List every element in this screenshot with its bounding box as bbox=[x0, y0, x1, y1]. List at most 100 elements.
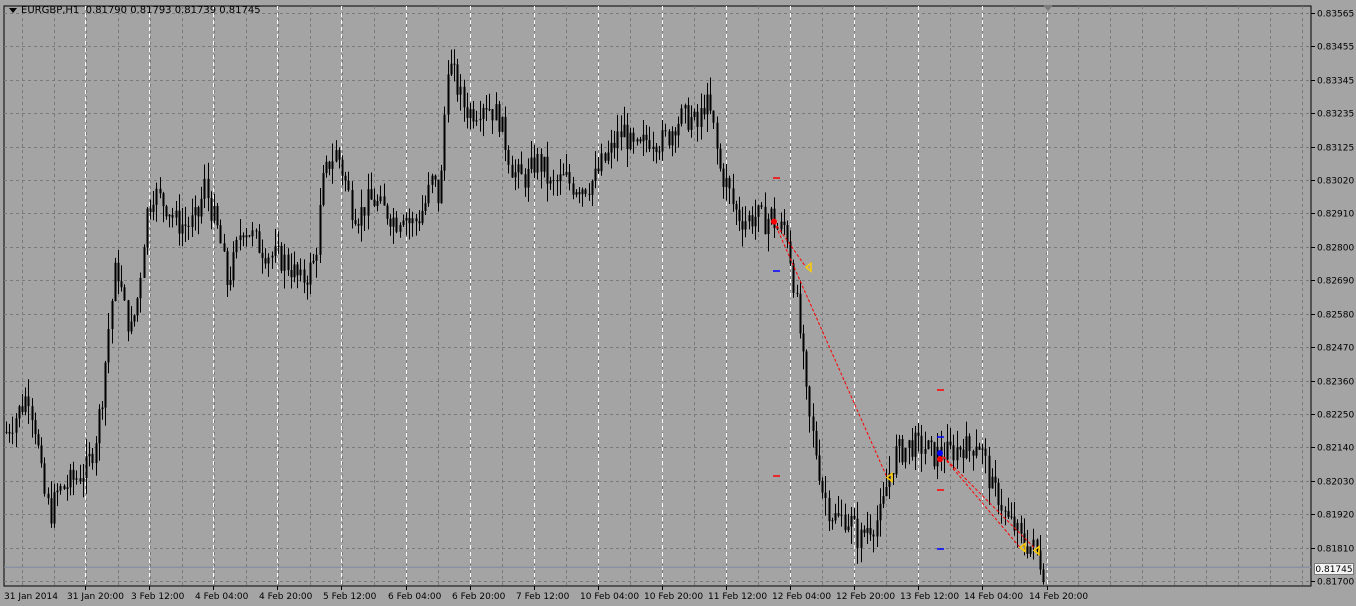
candle-body bbox=[184, 224, 187, 226]
candle-body bbox=[754, 216, 757, 227]
candle-body bbox=[418, 221, 421, 224]
chart-title: EURGBP,H1 0.81790 0.81793 0.81739 0.8174… bbox=[9, 5, 261, 17]
candle-body bbox=[53, 492, 56, 524]
candle-body bbox=[821, 480, 824, 493]
candle-body bbox=[812, 416, 815, 431]
candle-body bbox=[213, 206, 216, 221]
time-tick-label: 11 Feb 12:00 bbox=[708, 592, 767, 602]
candle-body bbox=[453, 63, 456, 65]
candle-body bbox=[885, 486, 888, 497]
candle-body bbox=[21, 406, 24, 412]
candle-body bbox=[331, 161, 334, 169]
candle-body bbox=[946, 441, 949, 460]
candle-body bbox=[591, 180, 594, 195]
candle-body bbox=[104, 362, 107, 408]
candle-body bbox=[488, 109, 491, 111]
candle-body bbox=[155, 188, 158, 205]
candle-body bbox=[805, 351, 808, 387]
candle-body bbox=[524, 174, 527, 188]
candle-body bbox=[648, 140, 651, 150]
candle-body bbox=[629, 132, 632, 150]
candle-body bbox=[287, 254, 290, 271]
candle-body bbox=[584, 189, 587, 194]
candle-body bbox=[1032, 539, 1035, 547]
candle-body bbox=[357, 223, 360, 226]
candle-body bbox=[47, 493, 50, 499]
candle-body bbox=[197, 207, 200, 217]
candle-body bbox=[117, 262, 120, 282]
chart-shift-marker-icon[interactable] bbox=[1043, 5, 1053, 11]
candle-body bbox=[696, 111, 699, 127]
candle-body bbox=[556, 179, 559, 182]
candle-body bbox=[860, 529, 863, 548]
candle-body bbox=[37, 434, 40, 446]
candle-body bbox=[437, 179, 440, 204]
candle-body bbox=[616, 131, 619, 149]
candle-body bbox=[610, 142, 613, 153]
candle-body bbox=[837, 513, 840, 516]
candle-body bbox=[75, 478, 78, 480]
price-tick-label: 0.81920 bbox=[1317, 511, 1354, 521]
candle-body bbox=[306, 282, 309, 285]
candle-body bbox=[11, 432, 14, 434]
candle-body bbox=[127, 300, 130, 332]
candle-body bbox=[568, 172, 571, 184]
candle-body bbox=[459, 86, 462, 95]
candle-body bbox=[952, 445, 955, 461]
candle-body bbox=[920, 435, 923, 454]
candle-body bbox=[111, 300, 114, 329]
candle-body bbox=[485, 108, 488, 110]
candle-body bbox=[319, 204, 322, 255]
candle-body bbox=[450, 63, 453, 75]
candle-body bbox=[341, 159, 344, 176]
dropdown-triangle-icon[interactable] bbox=[9, 8, 17, 13]
candle-body bbox=[725, 178, 728, 188]
candle-body bbox=[639, 139, 642, 142]
time-tick-label: 12 Feb 04:00 bbox=[772, 592, 831, 602]
candle-body bbox=[219, 225, 222, 244]
candle-body bbox=[466, 107, 469, 118]
candle-body bbox=[200, 198, 203, 217]
candle-body bbox=[1000, 504, 1003, 511]
trade-open-arrow-icon bbox=[771, 218, 777, 225]
candle-body bbox=[274, 246, 277, 256]
candle-body bbox=[335, 150, 338, 162]
candle-body bbox=[143, 247, 146, 278]
candle-body bbox=[159, 188, 162, 194]
candle-body bbox=[645, 134, 648, 141]
price-tick-label: 0.82910 bbox=[1317, 210, 1354, 220]
time-tick-label: 31 Jan 2014 bbox=[4, 592, 58, 602]
candle-body bbox=[133, 315, 136, 322]
time-tick-label: 31 Jan 20:00 bbox=[67, 592, 124, 602]
candle-body bbox=[565, 172, 568, 175]
candle-body bbox=[69, 469, 72, 488]
candle-body bbox=[511, 164, 514, 178]
candle-body bbox=[245, 235, 248, 238]
candle-body bbox=[194, 207, 197, 216]
trade-close-arrow-icon bbox=[804, 261, 812, 273]
price-tick-label: 0.83565 bbox=[1317, 10, 1354, 20]
candle-body bbox=[1020, 522, 1023, 534]
candle-body bbox=[626, 124, 629, 150]
candle-body bbox=[399, 224, 402, 232]
candle-body bbox=[379, 196, 382, 202]
candle-body bbox=[712, 110, 715, 123]
candle-body bbox=[175, 210, 178, 218]
candle-body bbox=[655, 146, 658, 153]
candle-body bbox=[280, 245, 283, 271]
time-tick-label: 5 Feb 12:00 bbox=[323, 592, 377, 602]
candle-body bbox=[981, 448, 984, 450]
candle-body bbox=[748, 215, 751, 222]
price-chart[interactable]: 0.83565 0.83455 0.83345 0.83235 0.83125 0.830… bbox=[0, 0, 1356, 606]
candle-body bbox=[514, 172, 517, 178]
chart-area[interactable]: 0.83565 0.83455 0.83345 0.83235 0.83125 0.830… bbox=[0, 0, 1356, 606]
candle-body bbox=[866, 528, 869, 533]
candle-body bbox=[43, 463, 46, 494]
candle-body bbox=[575, 192, 578, 195]
candle-body bbox=[709, 94, 712, 111]
candle-body bbox=[421, 210, 424, 224]
candle-body bbox=[991, 476, 994, 489]
candle-body bbox=[63, 486, 66, 489]
trade-line bbox=[939, 452, 1035, 548]
candle-body bbox=[652, 146, 655, 150]
